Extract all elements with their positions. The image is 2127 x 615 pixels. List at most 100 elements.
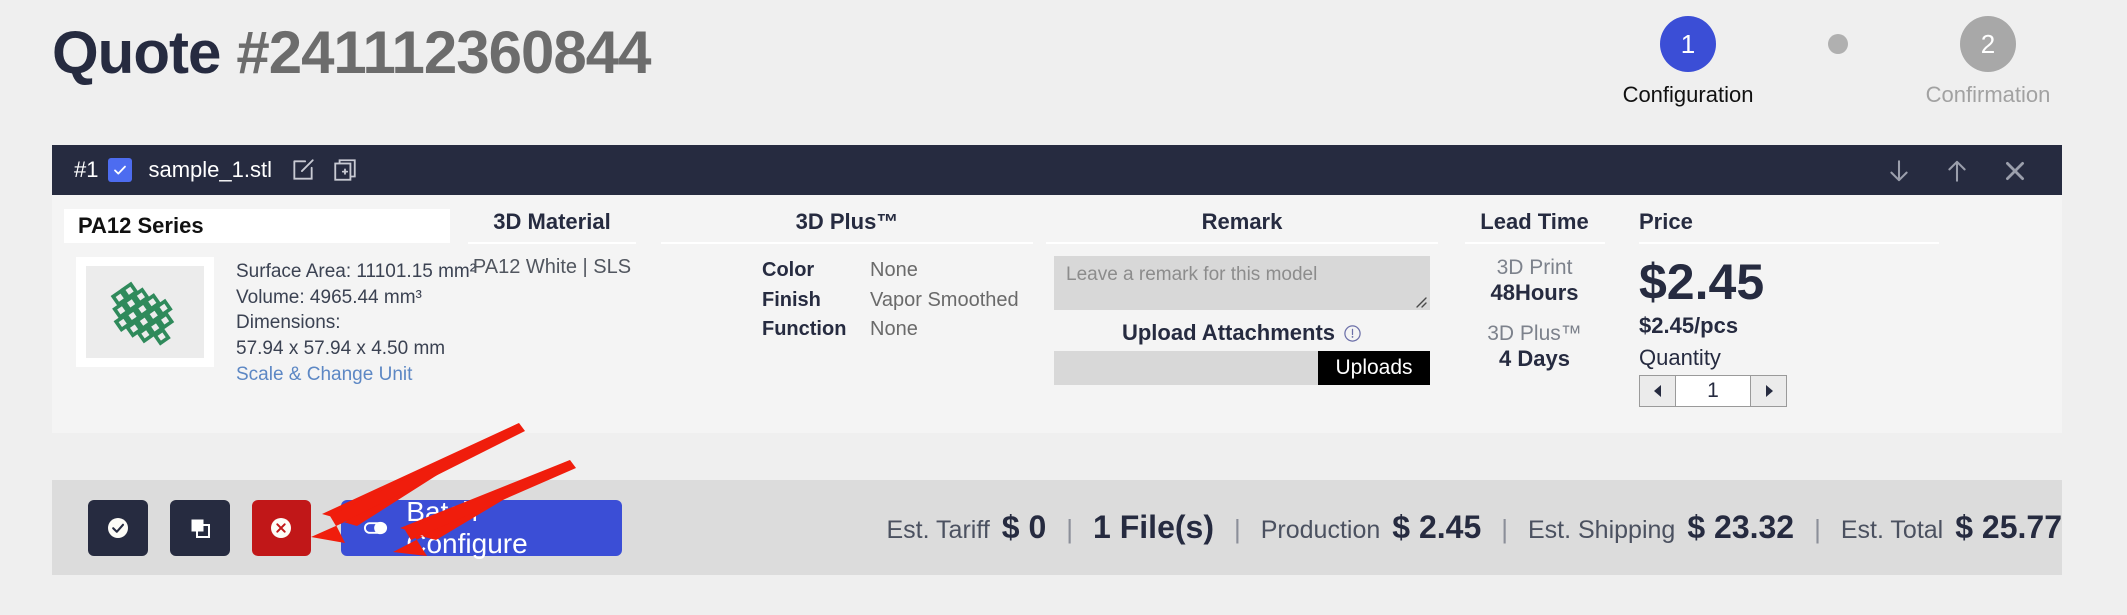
quote-configuration-page: Quote #241112360844 1 Configuration 2 Con…	[0, 0, 2127, 615]
page-header: Quote #241112360844 1 Configuration 2 Con…	[0, 0, 2127, 140]
duplicate-button[interactable]	[169, 499, 230, 556]
material-series-selector[interactable]: PA12 Series	[64, 209, 450, 243]
est-shipping-value: $ 23.32	[1687, 509, 1795, 545]
edit-icon[interactable]	[290, 157, 316, 183]
summary-separator-1: |	[1066, 514, 1074, 544]
model-card: #1 sample_1.stl PA12 Series Surface Area…	[52, 145, 2062, 433]
batch-configure-button[interactable]: Batch Configure	[341, 496, 622, 559]
quantity-increment-button[interactable]	[1750, 375, 1786, 406]
step-connector-dot	[1828, 34, 1848, 54]
upload-row: Uploads	[1054, 351, 1430, 385]
lead-time-column-header: Lead Time	[1480, 209, 1589, 234]
model-select-checkbox[interactable]	[108, 158, 133, 182]
plus-column: 3D Plus™ Color None Finish Vapor Smoothe…	[652, 209, 1042, 407]
plus-column-header: 3D Plus™	[795, 209, 899, 234]
lead-time-column: Lead Time 3D Print 48Hours 3D Plus™ 4 Da…	[1442, 209, 1627, 407]
plus-finish-value: Vapor Smoothed	[870, 288, 1019, 311]
delete-button[interactable]	[251, 499, 312, 556]
model-card-body: PA12 Series Surface Area: 11101.15 mm² V…	[52, 195, 2062, 433]
remark-textarea[interactable]: Leave a remark for this model	[1054, 256, 1430, 310]
lead-time-gap	[1442, 306, 1627, 320]
remark-column-header: Remark	[1201, 209, 1283, 234]
step-connector	[1783, 16, 1893, 72]
quantity-value[interactable]: 1	[1676, 376, 1750, 406]
est-shipping-label: Est. Shipping	[1528, 516, 1676, 544]
page-title-number: #241112360844	[236, 19, 651, 86]
material-column-header: 3D Material	[493, 209, 611, 234]
move-up-icon[interactable]	[1944, 158, 1968, 182]
step-2-circle: 2	[1960, 16, 2016, 72]
price-total: $2.45	[1639, 254, 1765, 310]
model-preview-column: PA12 Series Surface Area: 11101.15 mm² V…	[52, 209, 476, 407]
lead-time-print-label: 3D Print	[1496, 256, 1573, 279]
remark-header-rule	[1046, 242, 1438, 244]
price-column: Price $2.45 $2.45/pcs Quantity 1	[1627, 209, 1947, 407]
plus-option-finish[interactable]: Finish Vapor Smoothed	[762, 286, 1042, 316]
lead-time-header-rule	[1464, 242, 1605, 244]
est-tariff-label: Est. Tariff	[886, 516, 990, 544]
est-total-label: Est. Total	[1840, 516, 1944, 544]
info-icon[interactable]	[1343, 324, 1362, 343]
upload-attachments-header: Upload Attachments	[1042, 320, 1442, 346]
material-value[interactable]: PA12 White | SLS	[452, 256, 652, 279]
bulk-action-buttons: Batch Configure	[52, 496, 622, 559]
plus-function-key: Function	[762, 318, 847, 341]
step-confirmation[interactable]: 2 Confirmation	[1893, 16, 2083, 108]
page-title-main: Quote	[52, 19, 221, 86]
uploads-button[interactable]: Uploads	[1318, 351, 1430, 385]
spec-dimensions-value: 57.94 x 57.94 x 4.50 mm	[236, 337, 446, 359]
select-all-button[interactable]	[88, 499, 148, 556]
copy-icon	[191, 519, 210, 538]
lead-time-plus-label: 3D Plus™	[1487, 322, 1582, 345]
material-column: 3D Material PA12 White | SLS	[452, 209, 652, 407]
x-circle-icon	[271, 517, 292, 538]
model-card-toolbar-actions	[1886, 158, 2040, 182]
file-count-value: 1 File(s)	[1093, 509, 1214, 545]
upload-attachments-label: Upload Attachments	[1121, 320, 1336, 345]
summary-separator-3: |	[1501, 514, 1508, 544]
plus-color-value: None	[870, 259, 918, 281]
model-card-toolbar: #1 sample_1.stl	[52, 145, 2062, 195]
price-column-header: Price	[1639, 209, 1693, 234]
material-series-label: PA12 Series	[78, 213, 204, 238]
batch-configure-label: Batch Configure	[406, 495, 528, 559]
quantity-decrement-button[interactable]	[1640, 375, 1676, 406]
plus-header-rule	[661, 242, 1033, 244]
duplicate-icon[interactable]	[332, 157, 358, 183]
summary-separator-2: |	[1233, 514, 1241, 544]
plus-option-function[interactable]: Function None	[762, 315, 1042, 345]
scale-change-unit-link[interactable]: Scale & Change Unit	[236, 362, 476, 388]
quantity-label: Quantity	[1639, 344, 1721, 370]
spec-volume: Volume: 4965.44 mm³	[236, 286, 422, 308]
lead-time-plus-value: 4 Days	[1499, 346, 1570, 371]
check-circle-icon	[107, 517, 128, 538]
model-filename: sample_1.stl	[148, 157, 272, 182]
model-thumbnail-inner	[86, 266, 204, 358]
plus-finish-key: Finish	[762, 288, 821, 311]
triangle-right-icon	[1765, 384, 1773, 397]
close-icon[interactable]	[2002, 158, 2026, 182]
page-title: Quote #241112360844	[52, 18, 652, 87]
price-header-rule	[1639, 242, 1939, 244]
move-down-icon[interactable]	[1886, 158, 1910, 182]
plus-option-color[interactable]: Color None	[762, 256, 1042, 286]
step-configuration[interactable]: 1 Configuration	[1593, 16, 1783, 108]
model-thumbnail[interactable]	[76, 257, 214, 367]
toggle-icon	[364, 521, 388, 534]
lattice-model-icon	[110, 281, 175, 346]
model-info-row: Surface Area: 11101.15 mm² Volume: 4965.…	[64, 257, 476, 387]
remark-placeholder: Leave a remark for this model	[1066, 264, 1318, 285]
step-2-label: Confirmation	[1925, 82, 2051, 107]
step-indicator: 1 Configuration 2 Confirmation	[1593, 16, 2083, 108]
bottom-action-bar: Batch Configure Est. Tariff $ 0 | 1 File…	[52, 480, 2062, 575]
material-header-rule	[468, 242, 636, 244]
plus-function-value: None	[870, 318, 918, 341]
resize-handle-icon[interactable]	[1411, 292, 1427, 308]
remark-column: Remark Leave a remark for this model Upl…	[1042, 209, 1442, 407]
upload-input[interactable]	[1054, 351, 1318, 385]
quantity-stepper[interactable]: 1	[1639, 374, 1787, 407]
plus-options: Color None Finish Vapor Smoothed Functio…	[652, 256, 1042, 345]
step-1-label: Configuration	[1622, 82, 1754, 107]
est-tariff-value: $ 0	[1001, 509, 1047, 545]
order-summary: Est. Tariff $ 0 | 1 File(s) | Production…	[887, 509, 2063, 546]
